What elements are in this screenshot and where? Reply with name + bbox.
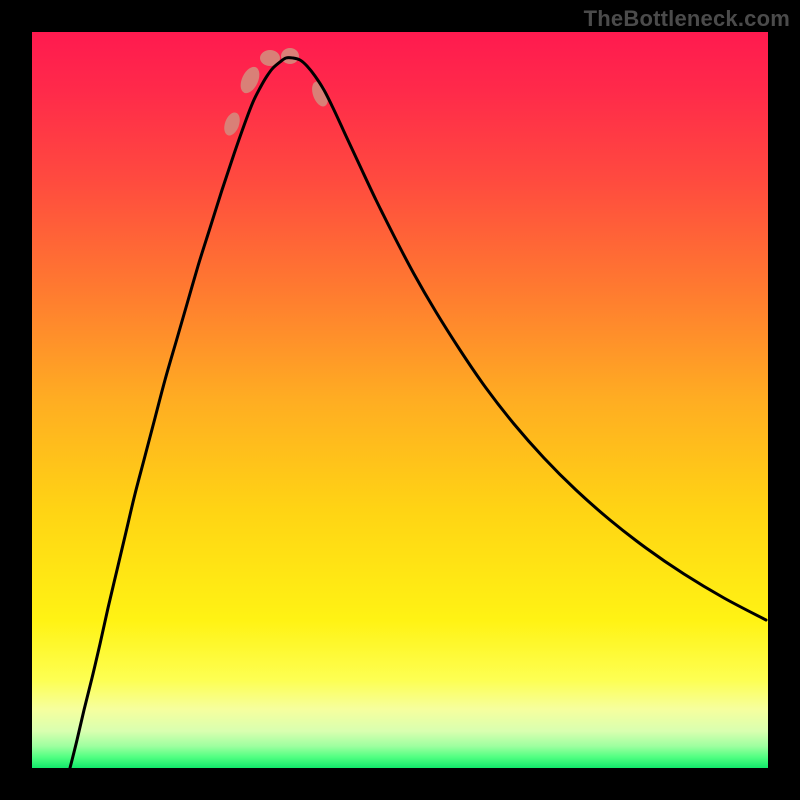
marker-blob — [281, 48, 299, 64]
gradient-background — [32, 32, 768, 768]
chart-frame: TheBottleneck.com — [0, 0, 800, 800]
watermark-text: TheBottleneck.com — [584, 6, 790, 32]
chart-svg — [32, 32, 768, 768]
plot-area — [32, 32, 768, 768]
